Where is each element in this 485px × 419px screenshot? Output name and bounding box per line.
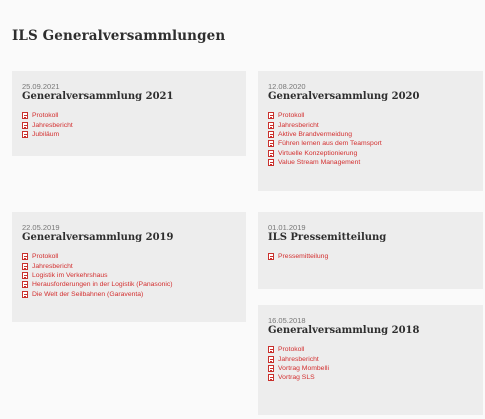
document-link-vortrag-mombelli[interactable]: Vortrag Mombelli	[278, 364, 329, 373]
document-link-protokoll[interactable]: Protokoll	[278, 111, 304, 120]
card-gv-2020: 12.08.2020 Generalversammlung 2020 Proto…	[258, 71, 483, 191]
pdf-icon	[22, 271, 28, 279]
document-list: Protokoll Jahresbericht Logistik im Verk…	[22, 252, 236, 299]
pdf-icon	[268, 149, 274, 157]
document-link-protokoll[interactable]: Protokoll	[32, 252, 58, 261]
card-pressemitteilung: 01.01.2019 ILS Pressemitteilung Pressemi…	[258, 212, 483, 289]
card-gv-2018: 16.05.2018 Generalversammlung 2018 Proto…	[258, 305, 483, 415]
page-title: ILS Generalversammlungen	[12, 28, 226, 44]
card-date: 01.01.2019	[268, 223, 306, 232]
list-item: Virtuelle Konzeptionierung	[268, 149, 473, 158]
document-list: Pressemitteilung	[268, 252, 473, 261]
pdf-icon	[268, 346, 274, 354]
pdf-icon	[22, 253, 28, 261]
list-item: Protokoll	[268, 345, 473, 354]
pdf-icon	[22, 121, 28, 129]
document-link-protokoll[interactable]: Protokoll	[32, 111, 58, 120]
list-item: Protokoll	[268, 111, 473, 120]
card-date: 22.05.2019	[22, 223, 60, 232]
card-title: Generalversammlung 2019	[22, 232, 174, 243]
document-link-jahresbericht[interactable]: Jahresbericht	[278, 121, 319, 130]
card-gv-2019: 22.05.2019 Generalversammlung 2019 Proto…	[12, 212, 246, 322]
card-date: 16.05.2018	[268, 316, 306, 325]
document-link-jahresbericht[interactable]: Jahresbericht	[32, 121, 73, 130]
document-link-logistik-verkehrshaus[interactable]: Logistik im Verkehrshaus	[32, 271, 108, 280]
document-link-protokoll[interactable]: Protokoll	[278, 345, 304, 354]
pdf-icon	[22, 290, 28, 298]
document-link-herausforderungen-panasonic[interactable]: Herausforderungen in der Logistik (Panas…	[32, 280, 173, 289]
card-date: 25.09.2021	[22, 82, 60, 91]
list-item: Vortrag Mombelli	[268, 364, 473, 373]
list-item: Jubiläum	[22, 130, 236, 139]
pdf-icon	[268, 355, 274, 363]
document-link-aktive-brandvermeidung[interactable]: Aktive Brandvermeidung	[278, 130, 352, 139]
pdf-icon	[268, 130, 274, 138]
document-link-fuehren-lernen[interactable]: Führen lernen aus dem Teamsport	[278, 139, 382, 148]
pdf-icon	[22, 281, 28, 289]
list-item: Jahresbericht	[22, 120, 236, 129]
card-date: 12.08.2020	[268, 82, 306, 91]
document-list: Protokoll Jahresbericht Jubiläum	[22, 111, 236, 139]
pdf-icon	[268, 159, 274, 167]
card-gv-2021: 25.09.2021 Generalversammlung 2021 Proto…	[12, 71, 246, 156]
card-title: Generalversammlung 2018	[268, 325, 420, 336]
document-list: Protokoll Jahresbericht Vortrag Mombelli…	[268, 345, 473, 383]
list-item: Protokoll	[22, 252, 236, 261]
list-item: Jahresbericht	[268, 354, 473, 363]
pdf-icon	[268, 364, 274, 372]
card-title: Generalversammlung 2020	[268, 91, 420, 102]
pdf-icon	[268, 140, 274, 148]
pdf-icon	[22, 130, 28, 138]
pdf-icon	[22, 262, 28, 270]
document-link-pressemitteilung[interactable]: Pressemitteilung	[278, 252, 328, 261]
document-list: Protokoll Jahresbericht Aktive Brandverm…	[268, 111, 473, 167]
list-item: Herausforderungen in der Logistik (Panas…	[22, 280, 236, 289]
document-link-virtuelle-konzeptionierung[interactable]: Virtuelle Konzeptionierung	[278, 149, 357, 158]
document-link-jubilaeum[interactable]: Jubiläum	[32, 130, 59, 139]
pdf-icon	[268, 253, 274, 261]
document-link-vortrag-sls[interactable]: Vortrag SLS	[278, 373, 315, 382]
page: ILS Generalversammlungen 25.09.2021 Gene…	[0, 0, 485, 419]
list-item: Vortrag SLS	[268, 373, 473, 382]
card-title: ILS Pressemitteilung	[268, 232, 387, 243]
list-item: Protokoll	[22, 111, 236, 120]
pdf-icon	[268, 112, 274, 120]
pdf-icon	[268, 374, 274, 382]
list-item: Value Stream Management	[268, 158, 473, 167]
list-item: Führen lernen aus dem Teamsport	[268, 139, 473, 148]
list-item: Aktive Brandvermeidung	[268, 130, 473, 139]
document-link-jahresbericht[interactable]: Jahresbericht	[278, 355, 319, 364]
pdf-icon	[22, 112, 28, 120]
pdf-icon	[268, 121, 274, 129]
list-item: Jahresbericht	[268, 120, 473, 129]
list-item: Jahresbericht	[22, 261, 236, 270]
document-link-jahresbericht[interactable]: Jahresbericht	[32, 262, 73, 271]
document-link-seilbahnen-garaventa[interactable]: Die Welt der Seilbahnen (Garaventa)	[32, 290, 143, 299]
card-title: Generalversammlung 2021	[22, 91, 174, 102]
document-link-value-stream[interactable]: Value Stream Management	[278, 158, 360, 167]
list-item: Die Welt der Seilbahnen (Garaventa)	[22, 290, 236, 299]
list-item: Pressemitteilung	[268, 252, 473, 261]
list-item: Logistik im Verkehrshaus	[22, 271, 236, 280]
